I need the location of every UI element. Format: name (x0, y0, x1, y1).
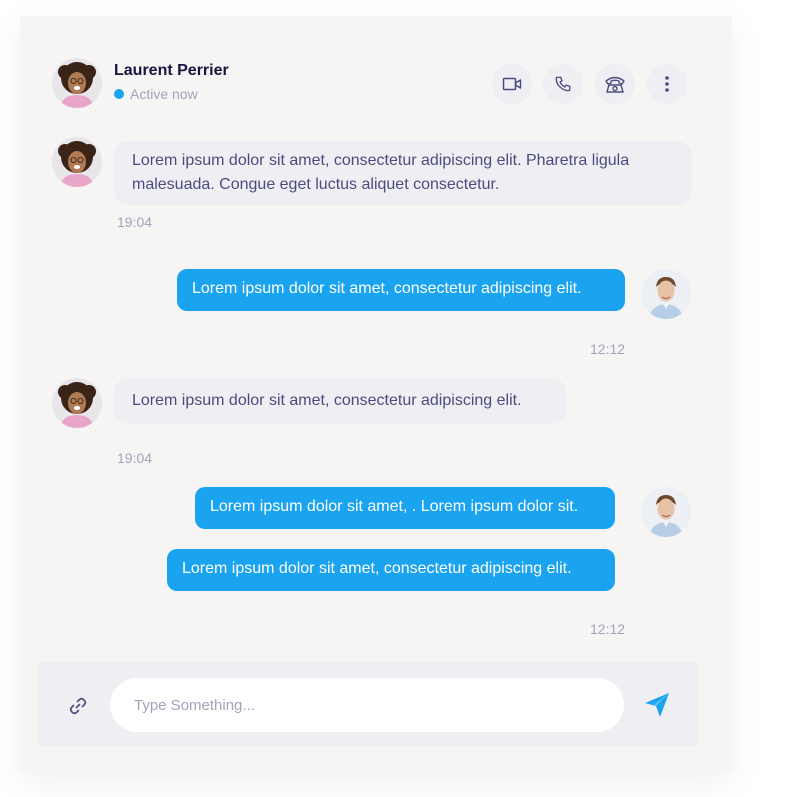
contact-avatar[interactable] (52, 58, 102, 108)
message-time: 12:12 (590, 341, 626, 357)
chat-panel: Laurent Perrier Active now Lorem ipsum d… (20, 16, 732, 773)
message-time: 19:04 (117, 214, 153, 230)
incoming-message: Lorem ipsum dolor sit amet, consectetur … (114, 378, 566, 424)
message-input[interactable] (110, 678, 624, 732)
video-icon (502, 77, 522, 91)
phone-icon (555, 76, 571, 92)
send-icon (645, 693, 669, 717)
contact-status-text: Active now (130, 86, 198, 102)
attach-button[interactable] (64, 692, 92, 720)
contact-status: Active now (114, 86, 198, 102)
message-time: 12:12 (590, 621, 626, 637)
message-time: 19:04 (117, 450, 153, 466)
message-avatar (52, 378, 102, 428)
more-options-button[interactable] (647, 64, 687, 104)
outgoing-message: Lorem ipsum dolor sit amet, . Lorem ipsu… (195, 487, 615, 529)
status-dot-icon (114, 89, 124, 99)
message-avatar (641, 269, 691, 319)
telephone-button[interactable] (595, 64, 635, 104)
more-vertical-icon (665, 76, 669, 92)
incoming-message: Lorem ipsum dolor sit amet, consectetur … (114, 141, 692, 205)
message-avatar (641, 487, 691, 537)
message-avatar (52, 137, 102, 187)
link-icon (69, 697, 87, 715)
outgoing-message: Lorem ipsum dolor sit amet, consectetur … (177, 269, 625, 311)
contact-name[interactable]: Laurent Perrier (114, 62, 229, 80)
telephone-icon (605, 76, 625, 93)
outgoing-message: Lorem ipsum dolor sit amet, consectetur … (167, 549, 615, 591)
voice-call-button[interactable] (543, 64, 583, 104)
send-button[interactable] (640, 688, 674, 722)
video-call-button[interactable] (492, 64, 532, 104)
